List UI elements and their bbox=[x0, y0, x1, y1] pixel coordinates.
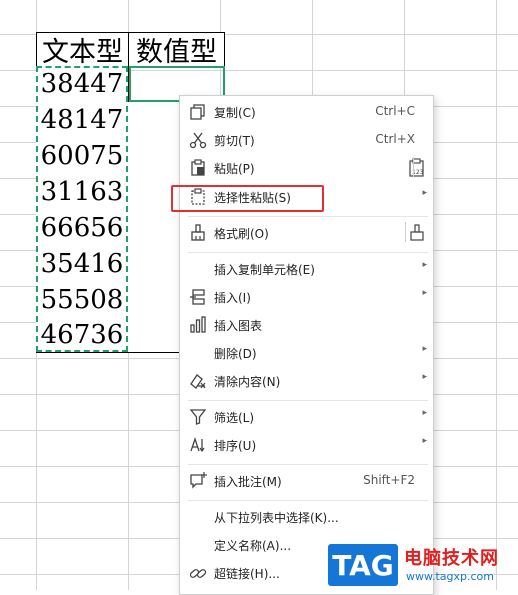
menu-item-pick-from-list[interactable]: 从下拉列表中选择(K)... bbox=[180, 504, 433, 530]
shortcut-label: Shift+F2 bbox=[363, 473, 415, 487]
text-value-cell[interactable]: 66656 bbox=[36, 210, 129, 247]
menu-item-label: 排序(U) bbox=[214, 439, 257, 453]
text-value-cell[interactable]: 31163 bbox=[36, 174, 129, 211]
shortcut-label: Ctrl+C bbox=[375, 104, 415, 118]
number-value-cell[interactable] bbox=[128, 102, 180, 139]
menu-item-format-painter[interactable]: 格式刷(O) bbox=[180, 220, 433, 246]
comment-icon bbox=[188, 471, 208, 491]
number-value-cell[interactable] bbox=[128, 138, 180, 175]
menu-item-label: 插入批注(M) bbox=[214, 475, 282, 489]
context-menu: 复制(C) Ctrl+C 剪切(T) Ctrl+X 粘贴(P) 123 选择性粘… bbox=[179, 95, 434, 595]
format-brush-icon[interactable] bbox=[407, 222, 427, 244]
menu-item-insert-comment[interactable]: 插入批注(M) Shift+F2 bbox=[180, 468, 433, 494]
menu-item-clear-contents[interactable]: 清除内容(N) ▸ bbox=[180, 368, 433, 394]
header-cell-text-type[interactable]: 文本型 bbox=[36, 32, 129, 68]
watermark-title: 电脑技术网 bbox=[404, 548, 499, 569]
menu-item-label: 插入图表 bbox=[214, 319, 263, 333]
text-value-cell[interactable]: 38447 bbox=[36, 66, 129, 103]
submenu-arrow-icon: ▸ bbox=[422, 408, 427, 418]
bar-chart-icon bbox=[188, 315, 208, 335]
menu-separator bbox=[405, 222, 406, 242]
menu-item-filter[interactable]: 筛选(L) ▸ bbox=[180, 404, 433, 430]
text-value-cell[interactable]: 48147 bbox=[36, 102, 129, 139]
number-value-cell[interactable] bbox=[128, 282, 180, 319]
text-value-cell[interactable]: 55508 bbox=[36, 282, 129, 319]
menu-item-label: 插入(I) bbox=[214, 291, 251, 305]
sort-icon bbox=[188, 435, 208, 455]
watermark-logo: TAG bbox=[328, 544, 398, 586]
submenu-arrow-icon: ▸ bbox=[422, 260, 427, 270]
insert-icon bbox=[188, 287, 208, 307]
filter-icon bbox=[188, 407, 208, 427]
submenu-arrow-icon: ▸ bbox=[422, 344, 427, 354]
submenu-arrow-icon: ▸ bbox=[422, 372, 427, 382]
menu-separator bbox=[413, 157, 414, 177]
submenu-arrow-icon: ▸ bbox=[422, 288, 427, 298]
menu-item-label: 从下拉列表中选择(K)... bbox=[214, 511, 339, 525]
menu-separator bbox=[188, 464, 428, 465]
submenu-arrow-icon: ▸ bbox=[422, 188, 427, 198]
menu-separator bbox=[188, 216, 428, 217]
menu-item-label: 格式刷(O) bbox=[214, 227, 269, 241]
menu-item-label: 筛选(L) bbox=[214, 411, 255, 425]
menu-item-cut[interactable]: 剪切(T) Ctrl+X bbox=[180, 127, 433, 153]
menu-item-copy[interactable]: 复制(C) Ctrl+C bbox=[180, 99, 433, 125]
link-icon bbox=[188, 563, 208, 583]
number-value-cell[interactable] bbox=[128, 210, 180, 247]
menu-item-paste[interactable]: 粘贴(P) 123 bbox=[180, 155, 433, 181]
header-cell-number-type[interactable]: 数值型 bbox=[128, 32, 225, 68]
text-value-cell[interactable]: 46736 bbox=[36, 318, 129, 353]
menu-item-delete[interactable]: 删除(D) ▸ bbox=[180, 340, 433, 366]
menu-item-label: 清除内容(N) bbox=[214, 375, 281, 389]
shortcut-label: Ctrl+X bbox=[375, 132, 415, 146]
paste-values-icon[interactable]: 123 bbox=[407, 157, 427, 179]
watermark: TAG 电脑技术网 www.tagxp.com bbox=[328, 544, 514, 590]
menu-item-label: 粘贴(P) bbox=[214, 162, 255, 176]
copy-icon bbox=[188, 102, 208, 122]
text-value-cell[interactable]: 35416 bbox=[36, 246, 129, 283]
menu-item-label: 剪切(T) bbox=[214, 134, 255, 148]
submenu-arrow-icon: ▸ bbox=[422, 436, 427, 446]
menu-item-label: 超链接(H)... bbox=[214, 567, 280, 581]
menu-separator bbox=[188, 400, 428, 401]
menu-separator bbox=[188, 500, 428, 501]
text-value-cell[interactable]: 60075 bbox=[36, 138, 129, 175]
annotation-highlight-box bbox=[171, 185, 324, 212]
menu-item-label: 定义名称(A)... bbox=[214, 539, 292, 553]
menu-item-label: 复制(C) bbox=[214, 106, 256, 120]
menu-separator bbox=[188, 252, 428, 253]
number-value-cell[interactable] bbox=[128, 318, 180, 353]
menu-item-label: 删除(D) bbox=[214, 347, 257, 361]
format-brush-icon bbox=[188, 223, 208, 243]
menu-item-sort[interactable]: 排序(U) ▸ bbox=[180, 432, 433, 458]
menu-item-insert-chart[interactable]: 插入图表 bbox=[180, 312, 433, 338]
eraser-icon bbox=[188, 371, 208, 391]
clipboard-icon bbox=[188, 158, 208, 178]
scissors-icon bbox=[188, 130, 208, 150]
menu-item-insert[interactable]: 插入(I) ▸ bbox=[180, 284, 433, 310]
menu-item-insert-copied-cells[interactable]: 插入复制单元格(E) ▸ bbox=[180, 256, 433, 282]
watermark-url: www.tagxp.com bbox=[406, 570, 494, 583]
number-value-cell[interactable] bbox=[128, 246, 180, 283]
menu-item-label: 插入复制单元格(E) bbox=[214, 263, 315, 277]
